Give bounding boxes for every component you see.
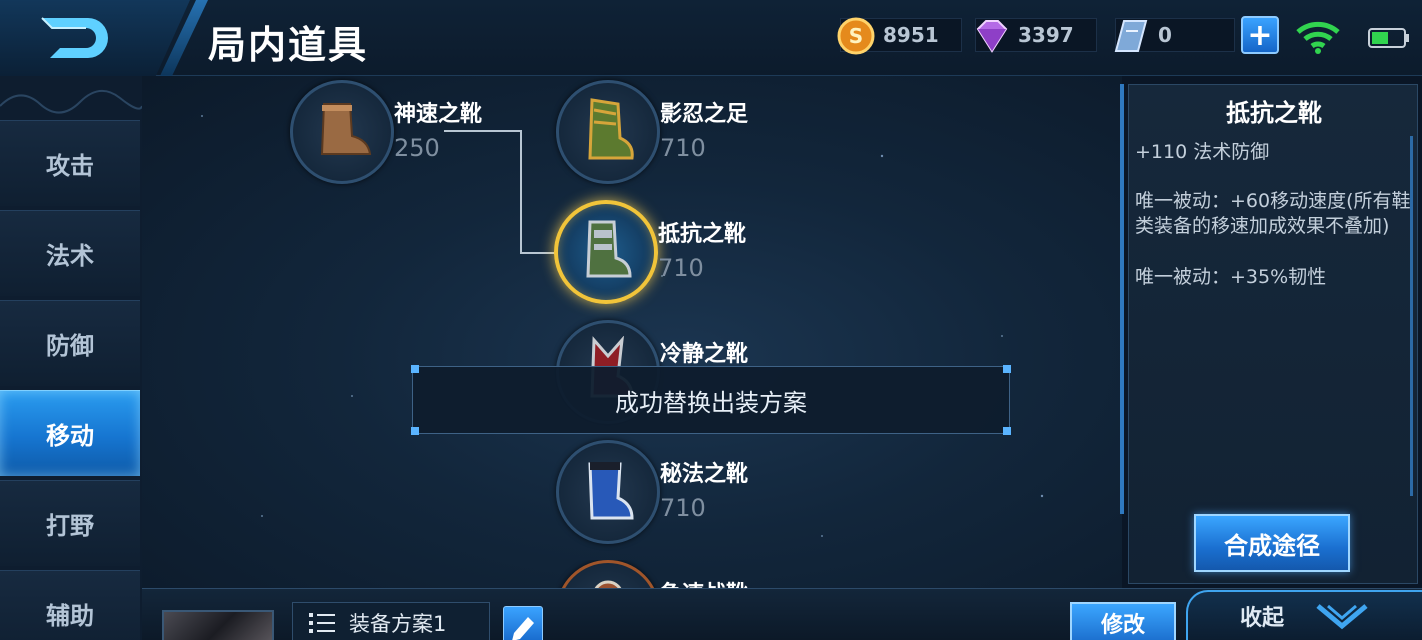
tab-magic[interactable]: 法术 (0, 210, 140, 296)
loadout-selector[interactable]: 装备方案1 (292, 602, 490, 640)
svg-text:S: S (849, 24, 863, 48)
diamond-icon (976, 20, 1008, 53)
green-armored-boot-icon (586, 220, 632, 278)
modify-button[interactable]: 修改 (1070, 602, 1176, 640)
blue-arcane-boot-icon (588, 462, 634, 520)
orange-war-boot-icon (594, 580, 622, 588)
item-name: 急速战靴 (660, 576, 748, 588)
tab-support[interactable]: 辅助 (0, 570, 140, 640)
tab-defense[interactable]: 防御 (0, 300, 140, 386)
item-icon-frame (556, 560, 660, 588)
list-icon (309, 613, 335, 633)
item-icon-frame-selected (554, 200, 658, 304)
item-price: 710 (660, 494, 706, 522)
detail-panel-edge (1120, 84, 1124, 514)
detail-passive-speed: 唯一被动：+60移动速度(所有鞋类装备的移速加成效果不叠加) (1135, 190, 1411, 237)
item-name: 神速之靴 (394, 102, 483, 127)
pencil-icon (512, 617, 534, 640)
item-price: 250 (394, 134, 440, 162)
gold-amount: 8951 (883, 23, 939, 47)
chevron-down-icon (1316, 604, 1368, 630)
wifi-icon (1296, 21, 1340, 54)
top-bar: 局内道具 S 8951 3397 0 + (0, 0, 1422, 76)
green-ninja-boot-icon (588, 98, 634, 160)
item-name: 影忍之足 (660, 102, 749, 127)
brown-boot-icon (320, 103, 372, 155)
item-icon-frame (290, 80, 394, 184)
item-name: 抵抗之靴 (658, 222, 747, 247)
hero-avatar[interactable] (162, 610, 274, 640)
item-icon-frame (556, 440, 660, 544)
detail-item-name: 抵抗之靴 (1226, 99, 1322, 127)
back-button[interactable] (0, 0, 190, 76)
item-detail-panel: 抵抗之靴 +110 法术防御 唯一被动：+60移动速度(所有鞋类装备的移速加成效… (1128, 84, 1418, 584)
tab-movement[interactable]: 移动 (0, 390, 140, 476)
collapse-button[interactable]: 收起 (1186, 590, 1422, 640)
voucher-icon (1114, 20, 1148, 52)
diamond-amount: 3397 (1018, 23, 1074, 47)
loadout-label: 装备方案1 (349, 612, 447, 636)
tree-connector-line (520, 252, 556, 254)
tab-jungle[interactable]: 打野 (0, 480, 140, 566)
page-title: 局内道具 (208, 23, 369, 67)
craft-path-button[interactable]: 合成途径 (1194, 514, 1350, 572)
diamond-counter: 3397 (975, 18, 1097, 53)
item-icon-frame (556, 80, 660, 184)
battery-icon (1368, 28, 1409, 48)
voucher-counter: 0 (1114, 18, 1235, 52)
detail-passive-tenacity: 唯一被动：+35%韧性 (1135, 266, 1327, 288)
success-toast: 成功替换出装方案 (411, 365, 1011, 435)
toast-message: 成功替换出装方案 (615, 388, 807, 417)
collapse-label: 收起 (1240, 606, 1285, 631)
back-arrow-icon (41, 17, 108, 58)
recharge-plus-button[interactable]: + (1241, 16, 1279, 54)
tab-attack[interactable]: 攻击 (0, 120, 140, 206)
gold-counter: S 8951 (837, 17, 962, 55)
sidebar-decoration (0, 90, 142, 114)
item-price: 710 (658, 254, 704, 282)
item-war-boots[interactable]: 急速战靴 (556, 560, 816, 588)
item-name: 秘法之靴 (660, 462, 749, 487)
edit-loadout-button[interactable] (503, 606, 543, 640)
item-price: 710 (660, 134, 706, 162)
detail-scrollbar[interactable] (1410, 136, 1413, 496)
detail-stat: +110 法术防御 (1135, 141, 1270, 163)
item-name: 冷静之靴 (660, 342, 749, 367)
tree-connector-line (444, 130, 522, 254)
voucher-amount: 0 (1158, 23, 1172, 47)
gold-coin-icon: S (837, 17, 875, 55)
